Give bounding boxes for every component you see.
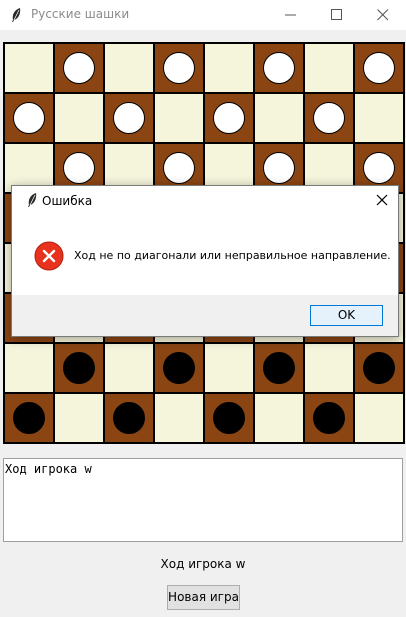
dialog-footer: OK <box>12 295 398 336</box>
white-checker[interactable] <box>213 102 245 134</box>
ok-button[interactable]: OK <box>310 305 383 326</box>
board-cell[interactable] <box>254 93 304 143</box>
white-checker[interactable] <box>263 152 295 184</box>
board-cell[interactable] <box>254 393 304 443</box>
black-checker[interactable] <box>113 402 145 434</box>
black-checker[interactable] <box>163 352 195 384</box>
board-cell[interactable] <box>104 43 154 93</box>
board-cell[interactable] <box>4 43 54 93</box>
close-icon <box>377 9 389 21</box>
board-cell[interactable] <box>304 393 354 443</box>
window-title: Русские шашки <box>31 7 130 21</box>
black-checker[interactable] <box>213 402 245 434</box>
close-icon <box>376 194 388 206</box>
minimize-icon <box>285 14 296 16</box>
white-checker[interactable] <box>363 152 395 184</box>
board-cell[interactable] <box>54 343 104 393</box>
error-icon <box>34 241 64 274</box>
black-checker[interactable] <box>13 402 45 434</box>
board-cell[interactable] <box>4 343 54 393</box>
board-cell[interactable] <box>154 93 204 143</box>
white-checker[interactable] <box>163 52 195 84</box>
board-cell[interactable] <box>54 393 104 443</box>
black-checker[interactable] <box>363 352 395 384</box>
board-cell[interactable] <box>354 43 404 93</box>
black-checker[interactable] <box>263 352 295 384</box>
close-button[interactable] <box>360 0 406 30</box>
white-checker[interactable] <box>163 152 195 184</box>
white-checker[interactable] <box>13 102 45 134</box>
board-cell[interactable] <box>54 93 104 143</box>
board-cell[interactable] <box>304 43 354 93</box>
board-cell[interactable] <box>4 93 54 143</box>
maximize-icon <box>331 9 342 20</box>
dialog-close-button[interactable] <box>374 192 390 208</box>
white-checker[interactable] <box>363 52 395 84</box>
feather-icon <box>9 7 23 23</box>
maximize-button[interactable] <box>314 0 360 30</box>
white-checker[interactable] <box>63 152 95 184</box>
dialog-message: Ход не по диагонали или неправильное нап… <box>74 249 391 262</box>
black-checker[interactable] <box>313 402 345 434</box>
board-cell[interactable] <box>154 43 204 93</box>
board-cell[interactable] <box>354 393 404 443</box>
feather-icon <box>25 192 39 211</box>
minimize-button[interactable] <box>268 0 314 30</box>
board-cell[interactable] <box>154 393 204 443</box>
new-game-button[interactable]: Новая игра <box>167 585 240 610</box>
board-cell[interactable] <box>304 343 354 393</box>
board-cell[interactable] <box>104 393 154 443</box>
board-cell[interactable] <box>104 93 154 143</box>
board-cell[interactable] <box>204 343 254 393</box>
dialog-title: Ошибка <box>42 194 93 208</box>
error-dialog: Ошибка Ход не по диагонали или неправиль… <box>11 185 399 337</box>
board-cell[interactable] <box>154 343 204 393</box>
white-checker[interactable] <box>113 102 145 134</box>
black-checker[interactable] <box>63 352 95 384</box>
white-checker[interactable] <box>63 52 95 84</box>
status-label: Ход игрока w <box>160 557 246 571</box>
board-cell[interactable] <box>4 393 54 443</box>
board-cell[interactable] <box>254 43 304 93</box>
board-cell[interactable] <box>204 93 254 143</box>
board-cell[interactable] <box>204 43 254 93</box>
board-cell[interactable] <box>104 343 154 393</box>
white-checker[interactable] <box>313 102 345 134</box>
move-log[interactable]: Ход игрока w <box>3 458 403 542</box>
board-cell[interactable] <box>54 43 104 93</box>
board-cell[interactable] <box>304 93 354 143</box>
board-cell[interactable] <box>204 393 254 443</box>
board-cell[interactable] <box>254 343 304 393</box>
board-cell[interactable] <box>354 93 404 143</box>
board-cell[interactable] <box>354 343 404 393</box>
white-checker[interactable] <box>263 52 295 84</box>
title-bar: Русские шашки <box>0 0 406 30</box>
